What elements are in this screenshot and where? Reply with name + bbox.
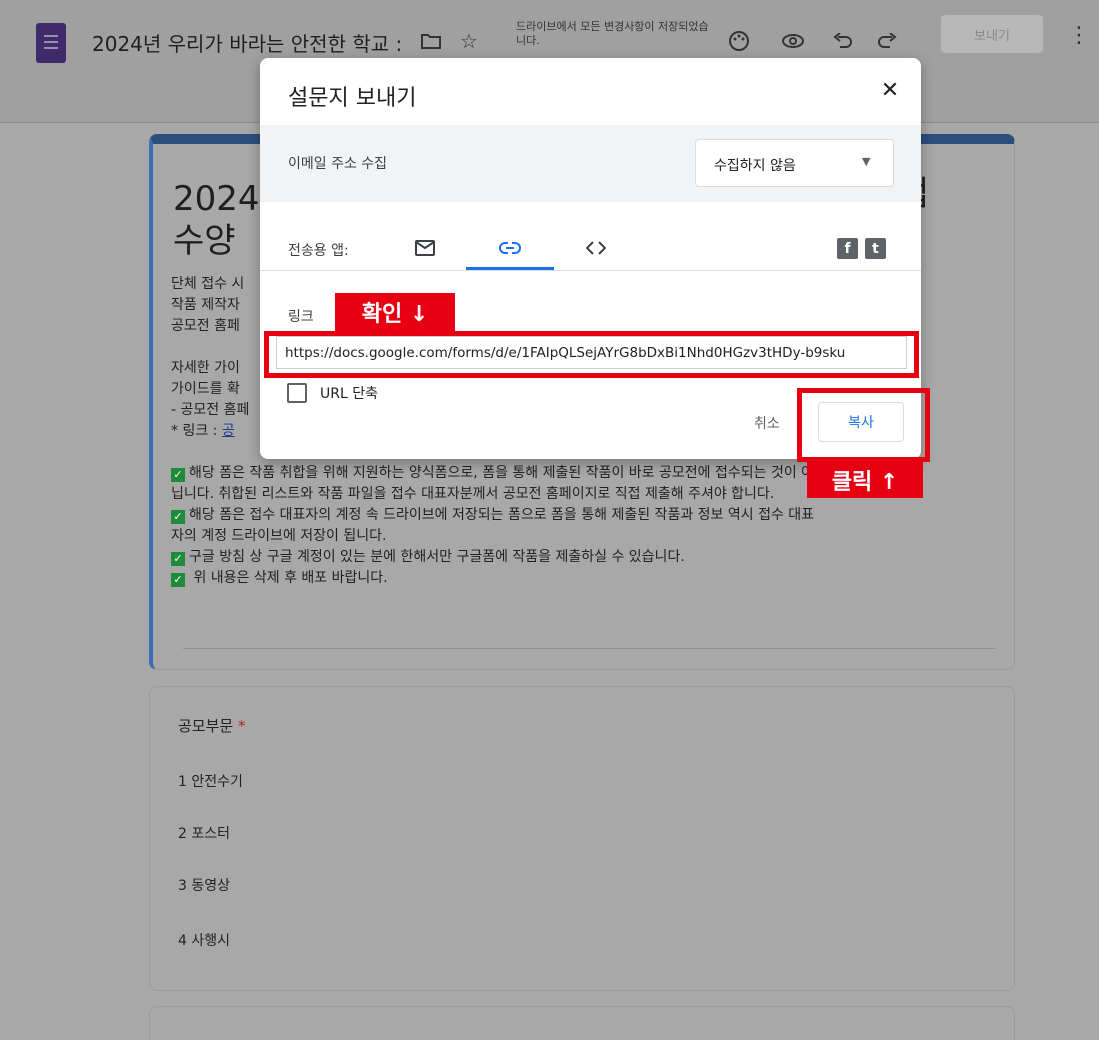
question-card[interactable]: 공모부문 * 1 안전수기 2 포스터 3 동영상 4 사행시 [149, 686, 1015, 991]
facebook-icon[interactable]: f [837, 238, 858, 259]
guide-link[interactable]: 공 [222, 423, 235, 439]
tab-email[interactable] [381, 226, 469, 270]
click-annotation: 클릭 ↑ [807, 462, 923, 498]
notice-item: ✓ 위 내용은 삭제 후 배포 바랍니다. [171, 568, 991, 589]
dialog-title: 설문지 보내기 [288, 86, 417, 111]
list-item: 1 안전수기 [178, 774, 243, 790]
notice-item: ✓ 구글 방침 상 구글 계정이 있는 분에 한해서만 구글폼에 작품을 제출하실… [171, 547, 991, 568]
twitter-icon[interactable]: t [865, 238, 886, 259]
form-title[interactable]: 2024 수양 [173, 178, 260, 262]
palette-icon[interactable] [722, 24, 756, 58]
link-icon [499, 242, 521, 254]
next-question-card[interactable] [149, 1006, 1015, 1040]
email-collection-section: 이메일 주소 수집 수집하지 않음 ▼ [260, 125, 921, 202]
forms-logo-icon[interactable] [36, 23, 66, 63]
cancel-button[interactable]: 취소 [754, 413, 780, 433]
question-title: 공모부문 * [178, 717, 246, 735]
checkbox-checked-icon: ✓ [171, 573, 185, 587]
checkbox-checked-icon: ✓ [171, 552, 185, 566]
list-item: 4 사행시 [178, 933, 230, 949]
checkbox-checked-icon: ✓ [171, 468, 185, 482]
folder-icon[interactable] [414, 24, 448, 58]
confirm-annotation: 확인 ↓ [335, 293, 455, 331]
close-icon[interactable]: ✕ [874, 74, 906, 106]
send-via-label: 전송용 앱: [288, 243, 349, 259]
more-vert-icon[interactable]: ⋮ [1064, 20, 1094, 50]
email-collection-label: 이메일 주소 수집 [288, 156, 388, 172]
dropdown-arrow-icon: ▼ [862, 155, 871, 168]
save-status: 드라이브에서 모든 변경사항이 저장되었습니다. [516, 20, 709, 47]
undo-icon[interactable] [826, 24, 860, 58]
email-icon [415, 240, 435, 256]
link-label: 링크 [288, 309, 314, 325]
list-item: 2 포스터 [178, 826, 230, 842]
tab-link[interactable] [466, 226, 554, 270]
notice-item: ✓ 해당 폼은 접수 대표자의 계정 속 드라이브에 저장되는 폼으로 폼을 통해… [171, 505, 991, 526]
preview-eye-icon[interactable] [776, 24, 810, 58]
tab-embed[interactable] [552, 226, 640, 270]
list-item: 3 동영상 [178, 878, 230, 894]
send-button[interactable]: 보내기 [941, 15, 1043, 53]
checkbox-checked-icon: ✓ [171, 510, 185, 524]
description-divider [183, 648, 995, 649]
shorten-url-label[interactable]: URL 단축 [320, 383, 378, 403]
tab-divider [260, 270, 921, 271]
email-collection-select[interactable]: 수집하지 않음 ▼ [695, 139, 894, 187]
required-mark: * [237, 717, 246, 735]
document-title[interactable]: 2024년 우리가 바라는 안전한 학교 : [92, 28, 414, 57]
url-highlight-box [264, 331, 919, 378]
embed-icon [586, 241, 606, 255]
redo-icon[interactable] [870, 24, 904, 58]
copy-highlight-box [797, 388, 930, 462]
star-icon[interactable]: ☆ [452, 24, 486, 58]
shorten-url-checkbox[interactable] [287, 383, 307, 403]
